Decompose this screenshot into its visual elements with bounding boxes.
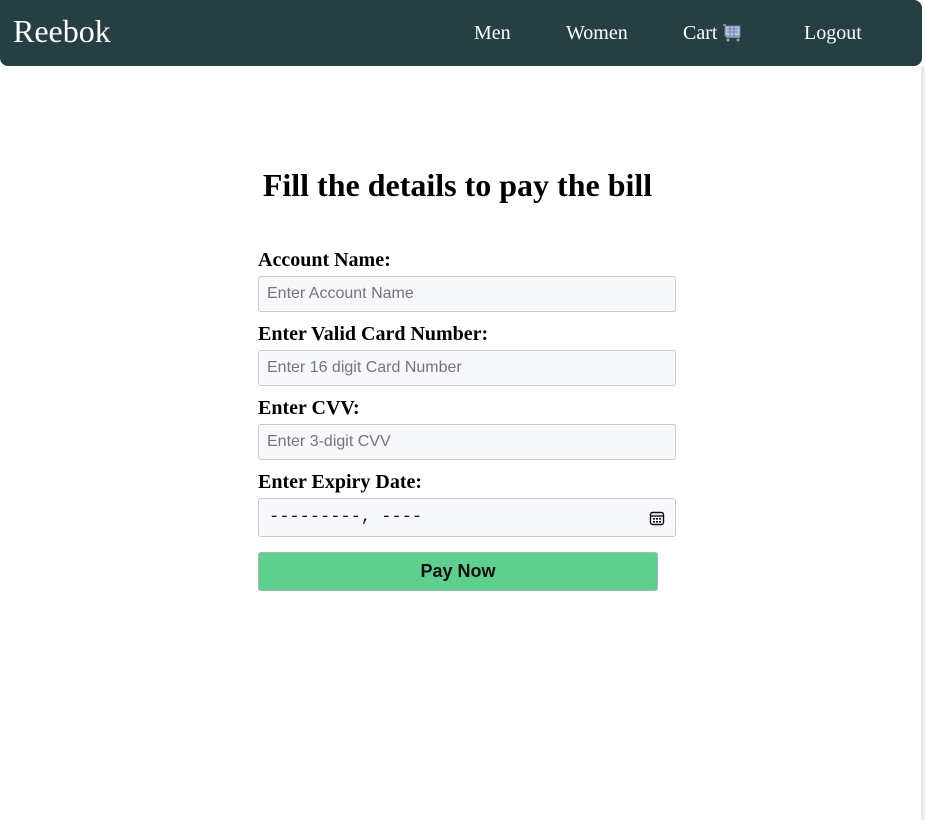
account-name-label: Account Name:	[258, 249, 391, 271]
cvv-label: Enter CVV:	[258, 397, 360, 419]
cart-icon	[723, 24, 743, 48]
expiry-date-input[interactable]: ---------, ----	[258, 498, 676, 537]
card-number-label: Enter Valid Card Number:	[258, 323, 489, 345]
top-navbar: Reebok Men Women Cart Logout	[0, 0, 922, 66]
nav-link-women[interactable]: Women	[566, 21, 628, 45]
nav-link-men[interactable]: Men	[474, 21, 511, 45]
brand-logo[interactable]: Reebok	[13, 12, 111, 50]
nav-link-cart-label: Cart	[683, 22, 718, 44]
cvv-input[interactable]	[258, 424, 676, 460]
calendar-icon[interactable]	[649, 510, 665, 526]
card-number-input[interactable]	[258, 350, 676, 386]
nav-link-logout[interactable]: Logout	[804, 21, 862, 45]
page-title: Fill the details to pay the bill	[262, 167, 653, 203]
account-name-input[interactable]	[258, 276, 676, 312]
nav-link-cart[interactable]: Cart	[683, 21, 743, 48]
expiry-date-label: Enter Expiry Date:	[258, 471, 423, 493]
expiry-date-value: ---------, ----	[269, 508, 423, 527]
pay-now-button[interactable]: Pay Now	[258, 552, 658, 591]
page-edge	[921, 66, 925, 820]
